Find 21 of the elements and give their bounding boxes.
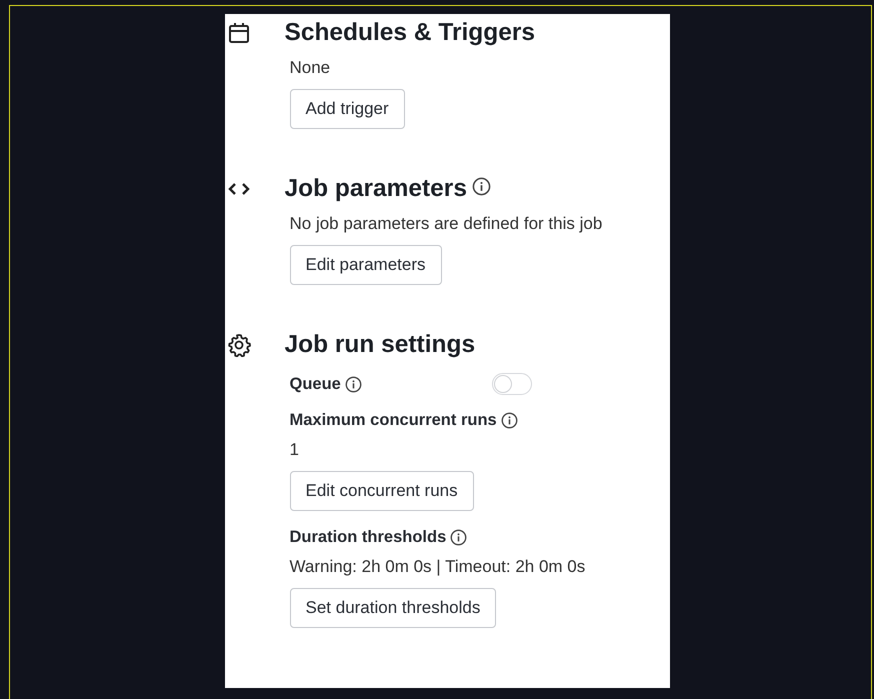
- calendar-icon: [226, 21, 250, 45]
- gear-icon: [226, 333, 250, 357]
- section-title: Job parameters: [284, 175, 467, 203]
- value-text: Warning: 2h 0m 0s | Timeout: 2h 0m 0s: [290, 557, 586, 577]
- value-text: 1: [290, 440, 299, 460]
- action-button[interactable]: Set duration thresholds: [290, 588, 496, 628]
- field-label: Maximum concurrent runs: [290, 410, 497, 430]
- info-icon[interactable]: [450, 528, 468, 546]
- info-icon[interactable]: [472, 176, 491, 196]
- field-label: Duration thresholds: [290, 528, 446, 546]
- action-button[interactable]: Add trigger: [290, 89, 405, 129]
- action-button[interactable]: Edit concurrent runs: [290, 471, 474, 511]
- toggle-switch[interactable]: [492, 373, 532, 395]
- info-icon[interactable]: [344, 376, 362, 392]
- info-icon[interactable]: [500, 412, 518, 428]
- field-label: Queue: [290, 374, 341, 394]
- section-title: Job run settings: [284, 331, 476, 359]
- section-title: Schedules & Triggers: [284, 19, 536, 47]
- action-button[interactable]: Edit parameters: [290, 245, 442, 285]
- value-text: No job parameters are defined for this job: [290, 214, 602, 234]
- value-text: None: [290, 58, 330, 78]
